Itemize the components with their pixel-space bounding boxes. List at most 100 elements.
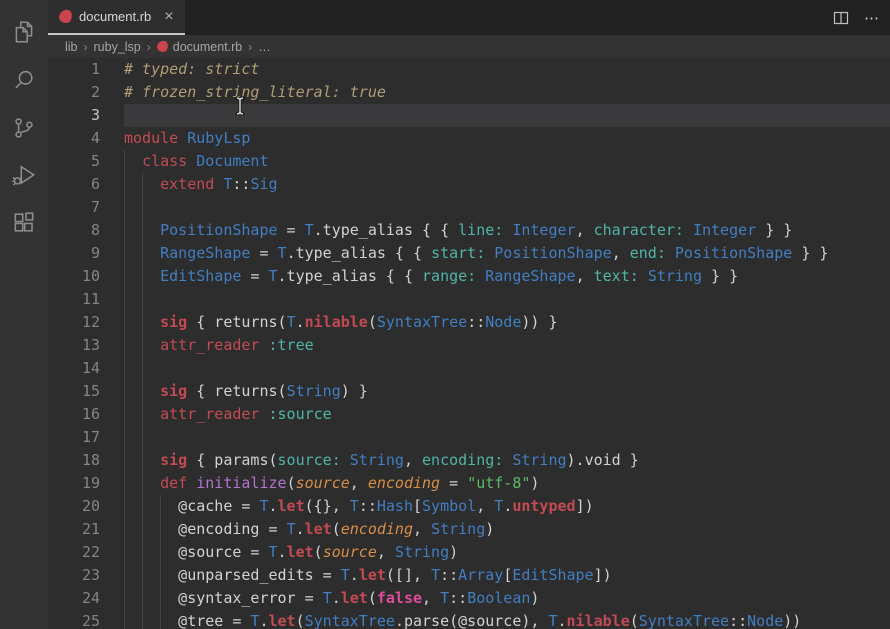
code-line-12[interactable]: 12 sig { returns(T.nilable(SyntaxTree::N… (48, 311, 890, 334)
line-number[interactable]: 25 (48, 610, 124, 629)
activity-item-run-debug[interactable] (0, 152, 48, 200)
code-line-16[interactable]: 16 attr_reader :source (48, 403, 890, 426)
line-number[interactable]: 21 (48, 518, 124, 541)
indent-guide (124, 449, 125, 472)
code-line-5[interactable]: 5 class Document (48, 150, 890, 173)
line-number[interactable]: 9 (48, 242, 124, 265)
code-line-8[interactable]: 8 PositionShape = T.type_alias { { line:… (48, 219, 890, 242)
code-line-20[interactable]: 20 @cache = T.let({}, T::Hash[Symbol, T.… (48, 495, 890, 518)
search-icon (11, 67, 37, 93)
source-control-icon (11, 115, 37, 141)
indent-guide (124, 564, 125, 587)
code-line-25[interactable]: 25 @tree = T.let(SyntaxTree.parse(@sourc… (48, 610, 890, 629)
activity-item-explorer[interactable] (0, 8, 48, 56)
code-line-21[interactable]: 21 @encoding = T.let(encoding, String) (48, 518, 890, 541)
editor-group: document.rb × ⋯ lib › ruby_lsp › document.rb… (48, 0, 890, 629)
line-number[interactable]: 3 (48, 104, 124, 127)
code-line-15[interactable]: 15 sig { returns(String) } (48, 380, 890, 403)
indent-guide (124, 426, 125, 449)
indent-guide (160, 587, 161, 610)
indent-guide (160, 518, 161, 541)
indent-guide (124, 403, 125, 426)
breadcrumb-item-ruby_lsp[interactable]: ruby_lsp (94, 40, 141, 54)
code-line-2[interactable]: 2# frozen_string_literal: true (48, 81, 890, 104)
line-number[interactable]: 16 (48, 403, 124, 426)
breadcrumb: lib›ruby_lsp›document.rb›… (48, 35, 890, 58)
indent-guide (124, 265, 125, 288)
line-number[interactable]: 1 (48, 58, 124, 81)
breadcrumb-separator: › (248, 40, 252, 54)
line-number[interactable]: 7 (48, 196, 124, 219)
code-line-4[interactable]: 4module RubyLsp (48, 127, 890, 150)
activity-item-search[interactable] (0, 56, 48, 104)
line-number[interactable]: 15 (48, 380, 124, 403)
code-line-19[interactable]: 19 def initialize(source, encoding = "ut… (48, 472, 890, 495)
split-editor-icon[interactable] (833, 10, 849, 26)
activity-item-extensions[interactable] (0, 200, 48, 248)
line-number[interactable]: 13 (48, 334, 124, 357)
line-number[interactable]: 23 (48, 564, 124, 587)
line-number[interactable]: 20 (48, 495, 124, 518)
activity-bar (0, 0, 48, 629)
indent-guide (124, 380, 125, 403)
line-number[interactable]: 10 (48, 265, 124, 288)
code-line-24[interactable]: 24 @syntax_error = T.let(false, T::Boole… (48, 587, 890, 610)
indent-guide (142, 518, 143, 541)
extensions-icon (11, 211, 37, 237)
line-number[interactable]: 2 (48, 81, 124, 104)
line-number[interactable]: 22 (48, 541, 124, 564)
breadcrumb-item-document.rb[interactable]: document.rb (157, 40, 242, 54)
activity-item-source-control[interactable] (0, 104, 48, 152)
line-number[interactable]: 8 (48, 219, 124, 242)
code-line-9[interactable]: 9 RangeShape = T.type_alias { { start: P… (48, 242, 890, 265)
indent-guide (142, 449, 143, 472)
indent-guide (124, 357, 125, 380)
indent-guide (124, 150, 125, 173)
code-line-1[interactable]: 1# typed: strict (48, 58, 890, 81)
code-line-7[interactable]: 7 (48, 196, 890, 219)
line-number[interactable]: 24 (48, 587, 124, 610)
code-line-6[interactable]: 6 extend T::Sig (48, 173, 890, 196)
line-number[interactable]: 14 (48, 357, 124, 380)
indent-guide (124, 518, 125, 541)
breadcrumb-item-[interactable]: … (258, 40, 271, 54)
code-line-10[interactable]: 10 EditShape = T.type_alias { { range: R… (48, 265, 890, 288)
line-number[interactable]: 17 (48, 426, 124, 449)
tab-document-rb[interactable]: document.rb × (48, 0, 185, 35)
code-line-14[interactable]: 14 (48, 357, 890, 380)
indent-guide (160, 610, 161, 629)
code-line-3[interactable]: 3 (48, 104, 890, 127)
line-number[interactable]: 5 (48, 150, 124, 173)
code-line-22[interactable]: 22 @source = T.let(source, String) (48, 541, 890, 564)
code-line-11[interactable]: 11 (48, 288, 890, 311)
indent-guide (124, 610, 125, 629)
vscode-window: document.rb × ⋯ lib › ruby_lsp › document.rb… (0, 0, 890, 629)
code-line-18[interactable]: 18 sig { params(source: String, encoding… (48, 449, 890, 472)
indent-guide (124, 288, 125, 311)
indent-guide (124, 541, 125, 564)
breadcrumb-separator: › (147, 40, 151, 54)
line-number[interactable]: 6 (48, 173, 124, 196)
code-line-13[interactable]: 13 attr_reader :tree (48, 334, 890, 357)
code-editor[interactable]: 1# typed: strict2# frozen_string_literal… (48, 58, 890, 629)
indent-guide (142, 564, 143, 587)
indent-guide (142, 173, 143, 196)
line-number[interactable]: 19 (48, 472, 124, 495)
line-number[interactable]: 18 (48, 449, 124, 472)
tab-bar: document.rb × ⋯ (48, 0, 890, 35)
code-line-23[interactable]: 23 @unparsed_edits = T.let([], T::Array[… (48, 564, 890, 587)
breadcrumb-item-lib[interactable]: lib (65, 40, 78, 54)
code-line-17[interactable]: 17 (48, 426, 890, 449)
indent-guide (160, 495, 161, 518)
indent-guide (142, 380, 143, 403)
close-icon[interactable]: × (164, 9, 173, 25)
line-number[interactable]: 11 (48, 288, 124, 311)
line-number[interactable]: 4 (48, 127, 124, 150)
indent-guide (142, 288, 143, 311)
indent-guide (142, 357, 143, 380)
indent-guide (142, 495, 143, 518)
more-actions-icon[interactable]: ⋯ (864, 9, 880, 27)
indent-guide (142, 610, 143, 629)
line-number[interactable]: 12 (48, 311, 124, 334)
indent-guide (124, 311, 125, 334)
